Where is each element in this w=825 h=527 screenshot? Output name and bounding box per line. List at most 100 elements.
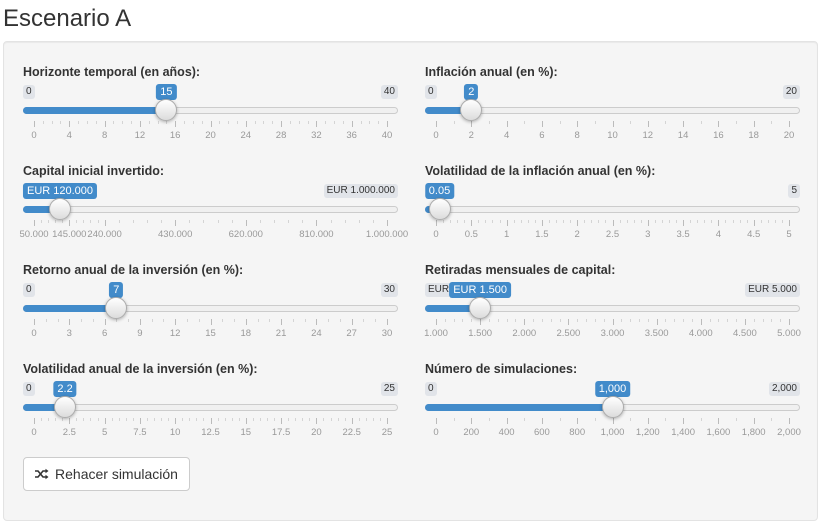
slider-minor-tick bbox=[266, 418, 268, 421]
slider-track[interactable] bbox=[23, 404, 398, 411]
slider-tick-label: 600 bbox=[533, 427, 550, 438]
slider-tick-label: 18 bbox=[240, 328, 252, 339]
slider-grid: 0 2.5 5 7.5 10 12.5 15 17.5 20 22.5 25 bbox=[23, 418, 398, 448]
slider-tick-label: 0 bbox=[433, 130, 439, 141]
slider-minor-tick bbox=[378, 121, 380, 124]
slider-tick bbox=[506, 121, 508, 127]
slider-tick bbox=[471, 220, 473, 226]
slider-minor-tick bbox=[760, 220, 762, 223]
slider-handle[interactable] bbox=[428, 198, 451, 220]
slider-tick-label: 12 bbox=[169, 328, 181, 339]
slider-handle[interactable] bbox=[105, 297, 128, 319]
slider-retorno[interactable]: Retorno anual de la inversión (en %): 0 30… bbox=[23, 263, 398, 359]
slider-label: Número de simulaciones: bbox=[425, 362, 578, 376]
slider-minor-tick bbox=[665, 418, 667, 421]
slider-handle[interactable] bbox=[601, 396, 624, 418]
slider-tick bbox=[647, 220, 649, 226]
slider-tick-label: 2.000 bbox=[512, 328, 537, 339]
slider-minor-tick bbox=[533, 319, 535, 322]
slider-simulaciones[interactable]: Número de simulaciones: 0 2,000 1,000 0 200 40… bbox=[425, 362, 801, 458]
slider-minor-tick bbox=[363, 319, 365, 322]
slider-minor-tick bbox=[586, 319, 588, 322]
slider-vol-inversion[interactable]: Volatilidad anual de la inversión (en %)… bbox=[23, 362, 398, 458]
slider-track[interactable] bbox=[425, 206, 800, 213]
slider-minor-tick bbox=[196, 418, 198, 421]
slider-fill bbox=[425, 404, 613, 411]
slider-tick-label: 2 bbox=[468, 130, 474, 141]
slider-handle[interactable] bbox=[54, 396, 77, 418]
slider-tick bbox=[175, 418, 177, 424]
slider-minor-tick bbox=[222, 319, 224, 322]
slider-minor-tick bbox=[640, 220, 642, 223]
slider-handle[interactable] bbox=[469, 297, 492, 319]
slider-minor-tick bbox=[259, 418, 261, 421]
slider-minor-tick bbox=[499, 220, 501, 223]
slider-handle[interactable] bbox=[460, 99, 483, 121]
slider-tick-label: 4 bbox=[66, 130, 72, 141]
slider-minor-tick bbox=[700, 121, 702, 124]
slider-minor-tick bbox=[146, 220, 148, 223]
slider-tick-label: 430.000 bbox=[158, 229, 193, 240]
slider-minor-tick bbox=[598, 220, 600, 223]
slider-tick-label: 2 bbox=[574, 229, 580, 240]
slider-minor-tick bbox=[184, 121, 186, 124]
slider-handle[interactable] bbox=[49, 198, 72, 220]
slider-tick-label: 3.500 bbox=[644, 328, 669, 339]
slider-minor-tick bbox=[203, 418, 205, 421]
slider-value-label: 1,000 bbox=[594, 381, 631, 397]
slider-minor-tick bbox=[591, 220, 593, 223]
slider-min-label: 0 bbox=[425, 382, 437, 396]
slider-minor-tick bbox=[584, 220, 586, 223]
slider-minor-tick bbox=[97, 220, 99, 223]
slider-minor-tick bbox=[674, 319, 676, 322]
slider-minor-tick bbox=[228, 121, 230, 124]
slider-minor-tick bbox=[633, 220, 635, 223]
slider-tick bbox=[718, 418, 720, 424]
slider-minor-tick bbox=[92, 319, 94, 322]
slider-minor-tick bbox=[217, 418, 219, 421]
slider-tick bbox=[69, 319, 71, 325]
slider-tick bbox=[387, 418, 388, 424]
rehacer-simulacion-button[interactable]: Rehacer simulación bbox=[23, 457, 190, 491]
slider-minor-tick bbox=[700, 418, 702, 421]
slider-minor-tick bbox=[559, 319, 561, 322]
slider-tick bbox=[69, 220, 71, 226]
slider-tick bbox=[480, 319, 482, 325]
slider-handle[interactable] bbox=[155, 99, 178, 121]
slider-tick-label: 25 bbox=[381, 427, 393, 438]
slider-label: Retorno anual de la inversión (en %): bbox=[23, 263, 244, 277]
slider-minor-tick bbox=[192, 121, 194, 124]
slider-tick-label: 0.5 bbox=[464, 229, 478, 240]
slider-retiradas[interactable]: Retiradas mensuales de capital:EUR 1.000… bbox=[424, 263, 801, 359]
slider-tick bbox=[612, 418, 614, 424]
slider-minor-tick bbox=[263, 121, 265, 124]
slider-minor-tick bbox=[732, 220, 734, 223]
slider-minor-tick bbox=[151, 319, 153, 322]
slider-track[interactable] bbox=[23, 206, 398, 213]
slider-tick-label: 4 bbox=[503, 130, 510, 141]
slider-tick bbox=[351, 418, 353, 424]
slider-minor-tick bbox=[41, 220, 43, 223]
slider-tick bbox=[175, 121, 177, 127]
slider-max-label: 2,000 bbox=[768, 382, 800, 396]
slider-grid: 0 2 4 6 8 10 12 14 16 18 20 bbox=[425, 121, 800, 151]
slider-tick-label: 18 bbox=[748, 130, 759, 141]
slider-horizonte[interactable]: Horizonte temporal (en años): 0 40 15 0 4 8 12 1… bbox=[23, 65, 398, 161]
slider-minor-tick bbox=[661, 220, 663, 223]
slider-inflacion[interactable]: Inflación anual (en %): 0 20 2 0 2 4 6 8 10 12 14 16… bbox=[425, 65, 800, 161]
slider-minor-tick bbox=[323, 418, 325, 421]
slider-minor-tick bbox=[527, 220, 529, 223]
slider-tick bbox=[789, 319, 790, 325]
slider-tick bbox=[612, 121, 614, 127]
slider-vol-inflacion[interactable]: Volatilidad de la inflación anual (en %)… bbox=[424, 164, 800, 260]
slider-label: Inflación anual (en %): bbox=[425, 65, 558, 79]
slider-capital[interactable]: Capital inicial invertido:EUR 50.000EUR … bbox=[19, 164, 408, 260]
slider-minor-tick bbox=[288, 220, 290, 223]
slider-minor-tick bbox=[224, 418, 226, 421]
slider-minor-tick bbox=[736, 418, 738, 421]
slider-tick-label: 3.5 bbox=[676, 229, 690, 240]
slider-minor-tick bbox=[217, 220, 219, 223]
slider-tick-label: 6 bbox=[101, 328, 108, 339]
slider-grid: 0 3 6 9 12 15 18 21 24 27 30 bbox=[23, 319, 398, 349]
slider-tick-label: 4.5 bbox=[747, 229, 761, 240]
